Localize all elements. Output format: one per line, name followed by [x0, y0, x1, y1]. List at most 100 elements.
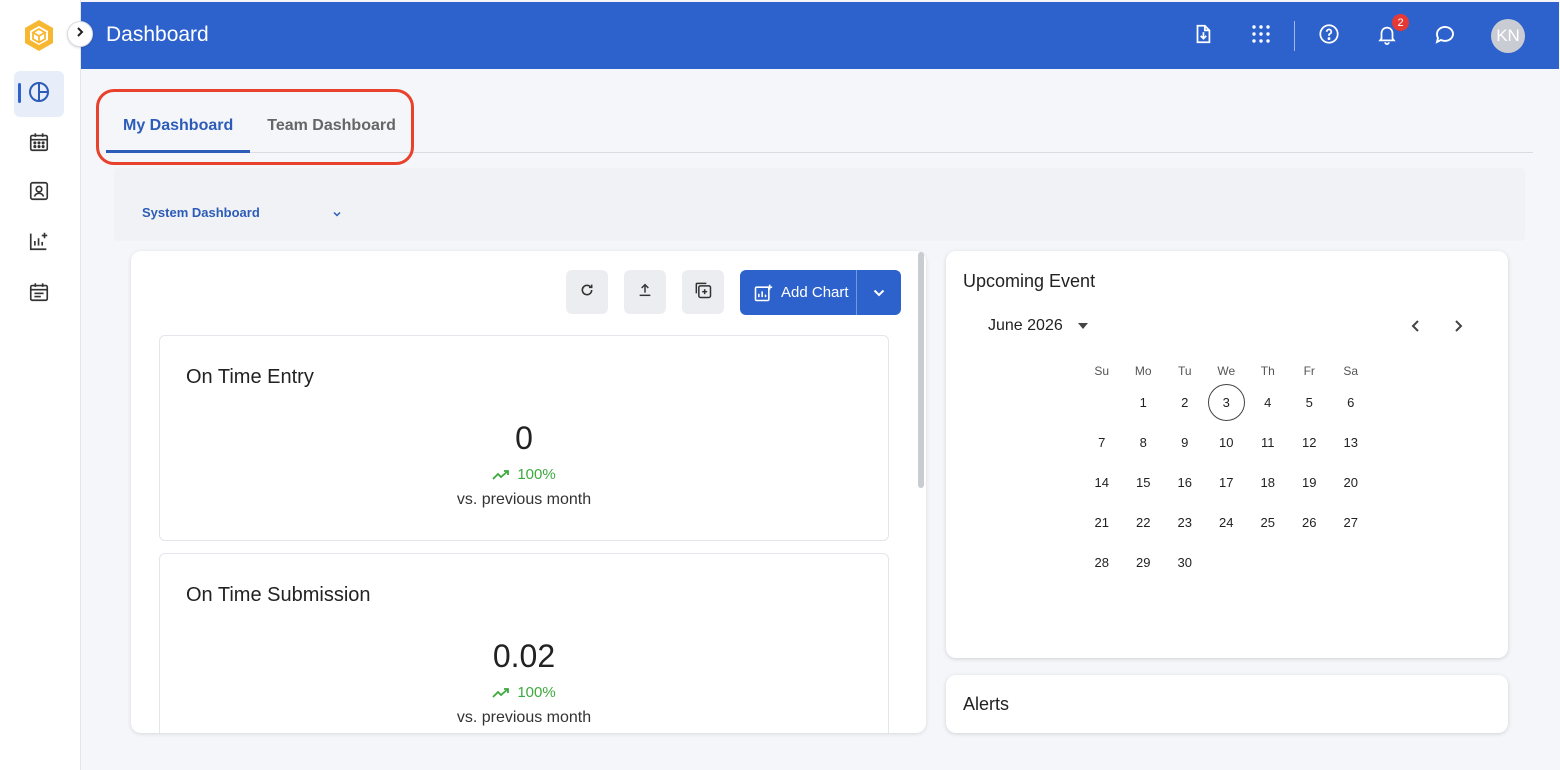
calendar-day-label: 30	[1177, 554, 1192, 570]
calendar-day[interactable]: 15	[1123, 463, 1165, 503]
charts-scrollbar-thumb[interactable]	[918, 252, 924, 488]
month-label: June 2026	[988, 317, 1063, 334]
metric-trend-value: 100%	[517, 684, 556, 701]
calendar-day[interactable]: 20	[1330, 463, 1372, 503]
alerts-title: Alerts	[963, 694, 1010, 714]
calendar-day-label: 22	[1136, 514, 1151, 530]
chevron-right-icon	[74, 25, 86, 43]
add-chart-dropdown-button[interactable]	[857, 270, 901, 315]
month-selector[interactable]: June 2026	[988, 317, 1089, 335]
help-button[interactable]	[1313, 20, 1345, 52]
trending-up-icon	[492, 687, 510, 698]
calendar-icon	[28, 131, 50, 158]
calendar-day[interactable]: 22	[1123, 502, 1165, 542]
download-file-button[interactable]	[1187, 20, 1219, 52]
metric-trend: 100%	[160, 684, 888, 701]
calendar-day-label: 17	[1219, 474, 1234, 490]
calendar-day[interactable]: 18	[1247, 463, 1289, 503]
calendar-day[interactable]: 10	[1206, 423, 1248, 463]
add-chart-main[interactable]: Add Chart	[740, 270, 856, 315]
dashboard-pie-icon	[27, 80, 51, 109]
sidebar-item-calendar[interactable]	[14, 121, 64, 167]
notifications-button[interactable]: 2	[1371, 14, 1409, 52]
sidebar-item-schedule[interactable]	[14, 271, 64, 317]
calendar-empty-cell	[1081, 383, 1123, 423]
weekday-header: We	[1217, 364, 1236, 378]
metric-trend: 100%	[160, 466, 888, 483]
metric-card-on-time-submission[interactable]: On Time Submission 0.02 100% vs. previou…	[159, 553, 889, 733]
apps-grid-button[interactable]	[1245, 20, 1277, 52]
calendar-day-label: 19	[1302, 474, 1317, 490]
calendar-day-label: 2	[1181, 395, 1189, 411]
calendar-day[interactable]: 26	[1289, 502, 1331, 542]
duplicate-add-icon	[693, 280, 713, 305]
charts-panel: Add Chart On Time Entry 0 100% vs. previ…	[131, 251, 926, 733]
calendar-day-label: 12	[1302, 435, 1317, 451]
help-icon	[1318, 23, 1340, 50]
calendar-day[interactable]: 24	[1206, 502, 1248, 542]
calendar-day[interactable]: 2	[1164, 383, 1206, 423]
calendar-day[interactable]: 1	[1123, 383, 1165, 423]
prev-month-button[interactable]	[1405, 315, 1427, 337]
chevron-down-icon[interactable]	[332, 206, 342, 224]
upcoming-event-panel: Upcoming Event June 2026 Su Mo Tu We Th Fr Sa 1…	[946, 251, 1508, 658]
calendar-day[interactable]: 5	[1289, 383, 1331, 423]
calendar-day-label: 9	[1181, 435, 1189, 451]
calendar-day[interactable]: 25	[1247, 502, 1289, 542]
refresh-button[interactable]	[566, 270, 608, 314]
sidebar	[0, 0, 81, 770]
calendar-day[interactable]: 29	[1123, 542, 1165, 582]
calendar-day-today[interactable]: 3	[1206, 383, 1248, 423]
top-header: Dashboard 2 KN	[81, 2, 1559, 69]
calendar-day[interactable]: 9	[1164, 423, 1206, 463]
calendar-day[interactable]: 28	[1081, 542, 1123, 582]
upload-button[interactable]	[624, 270, 666, 314]
chart-add-icon	[28, 230, 50, 257]
user-avatar[interactable]: KN	[1491, 19, 1525, 53]
expand-sidebar-button[interactable]	[67, 21, 93, 47]
duplicate-button[interactable]	[682, 270, 724, 314]
calendar-day[interactable]: 17	[1206, 463, 1248, 503]
calendar-day[interactable]: 12	[1289, 423, 1331, 463]
calendar-grid: Su Mo Tu We Th Fr Sa 1 2 3 4 5 6 7 8 9 10 11 12 13 14 15 16 17 1…	[1081, 359, 1372, 582]
next-month-button[interactable]	[1447, 315, 1469, 337]
sidebar-item-dashboard[interactable]	[14, 71, 64, 117]
calendar-day-label: 27	[1343, 514, 1358, 530]
calendar-day[interactable]: 27	[1330, 502, 1372, 542]
upload-icon	[637, 282, 653, 303]
weekday-header: Sa	[1343, 364, 1359, 378]
tab-my-dashboard[interactable]: My Dashboard	[106, 103, 251, 153]
calendar-day[interactable]: 19	[1289, 463, 1331, 503]
add-chart-label: Add Chart	[781, 284, 849, 301]
calendar-day-label: 29	[1136, 554, 1151, 570]
add-chart-button[interactable]: Add Chart	[740, 270, 901, 315]
calendar-day-label: 8	[1139, 435, 1147, 451]
page-title: Dashboard	[106, 23, 209, 46]
upcoming-event-title: Upcoming Event	[963, 271, 1096, 291]
sidebar-item-reports[interactable]	[14, 220, 64, 266]
app-logo-icon[interactable]	[22, 18, 56, 52]
alerts-panel: Alerts	[946, 675, 1508, 733]
sidebar-item-profile[interactable]	[14, 170, 64, 216]
calendar-day[interactable]: 13	[1330, 423, 1372, 463]
calendar-day[interactable]: 4	[1247, 383, 1289, 423]
metric-value: 0.02	[492, 638, 556, 674]
calendar-day[interactable]: 23	[1164, 502, 1206, 542]
calendar-day[interactable]: 16	[1164, 463, 1206, 503]
calendar-day-label: 23	[1177, 514, 1192, 530]
metric-card-on-time-entry[interactable]: On Time Entry 0 100% vs. previous month	[159, 335, 889, 541]
calendar-day-label: 3	[1207, 384, 1245, 422]
calendar-day[interactable]: 14	[1081, 463, 1123, 503]
calendar-day-label: 18	[1260, 474, 1275, 490]
dashboard-selector[interactable]: System Dashboard	[142, 205, 260, 220]
tab-team-dashboard[interactable]: Team Dashboard	[250, 103, 413, 151]
calendar-day[interactable]: 8	[1123, 423, 1165, 463]
metric-compare-text: vs. previous month	[456, 491, 592, 508]
calendar-day[interactable]: 21	[1081, 502, 1123, 542]
chat-button[interactable]	[1429, 20, 1461, 52]
calendar-day[interactable]: 7	[1081, 423, 1123, 463]
calendar-day[interactable]: 6	[1330, 383, 1372, 423]
calendar-day[interactable]: 11	[1247, 423, 1289, 463]
calendar-day[interactable]: 30	[1164, 542, 1206, 582]
caret-down-icon	[1077, 323, 1088, 329]
